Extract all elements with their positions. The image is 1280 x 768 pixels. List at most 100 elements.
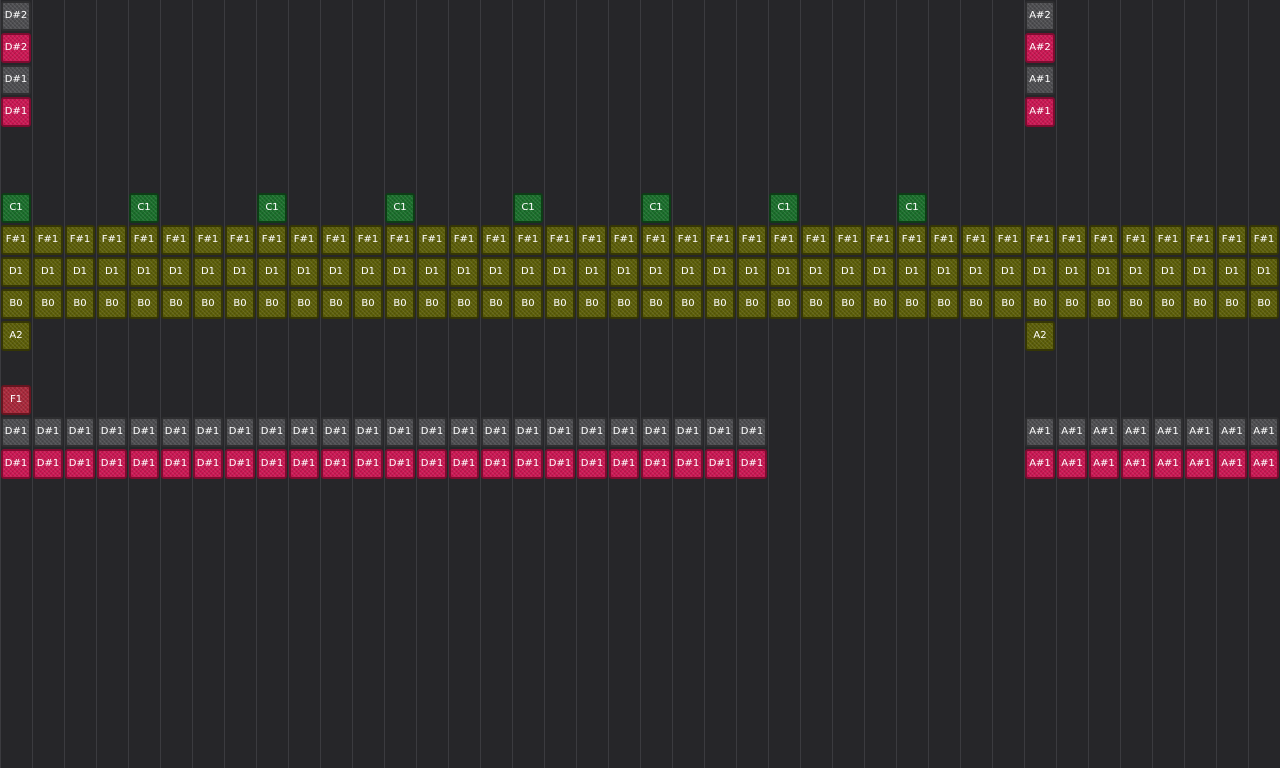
note-low-pink-col-7[interactable]: D#1: [225, 449, 255, 479]
note-fs1-olive-col-10[interactable]: F#1: [321, 225, 351, 255]
note-fs1-olive-col-29[interactable]: F#1: [929, 225, 959, 255]
note-c1-green-col-28[interactable]: C1: [897, 193, 927, 223]
note-fs1-olive-col-33[interactable]: F#1: [1057, 225, 1087, 255]
note-b0-olive-col-24[interactable]: B0: [769, 289, 799, 319]
note-low-gray-col-9[interactable]: D#1: [289, 417, 319, 447]
note-b0-olive-col-36[interactable]: B0: [1153, 289, 1183, 319]
note-b0-olive-col-26[interactable]: B0: [833, 289, 863, 319]
note-c1-green-col-24[interactable]: C1: [769, 193, 799, 223]
note-d1-olive-col-0[interactable]: D1: [1, 257, 31, 287]
note-d1-olive-col-7[interactable]: D1: [225, 257, 255, 287]
note-ds2-gray-col-32[interactable]: A#2: [1025, 1, 1055, 31]
note-low-pink-col-3[interactable]: D#1: [97, 449, 127, 479]
note-b0-olive-col-27[interactable]: B0: [865, 289, 895, 319]
note-low-pink-col-39[interactable]: A#1: [1249, 449, 1279, 479]
note-low-pink-col-35[interactable]: A#1: [1121, 449, 1151, 479]
note-c1-green-col-0[interactable]: C1: [1, 193, 31, 223]
note-low-pink-col-36[interactable]: A#1: [1153, 449, 1183, 479]
note-low-pink-col-23[interactable]: D#1: [737, 449, 767, 479]
note-d1-olive-col-14[interactable]: D1: [449, 257, 479, 287]
note-low-gray-col-32[interactable]: A#1: [1025, 417, 1055, 447]
note-fs1-olive-col-28[interactable]: F#1: [897, 225, 927, 255]
note-d1-olive-col-20[interactable]: D1: [641, 257, 671, 287]
note-low-pink-col-22[interactable]: D#1: [705, 449, 735, 479]
note-d1-olive-col-27[interactable]: D1: [865, 257, 895, 287]
note-fs1-olive-col-36[interactable]: F#1: [1153, 225, 1183, 255]
note-b0-olive-col-13[interactable]: B0: [417, 289, 447, 319]
note-d1-olive-col-24[interactable]: D1: [769, 257, 799, 287]
note-a2-olive-col-0[interactable]: A2: [1, 321, 31, 351]
note-fs1-olive-col-24[interactable]: F#1: [769, 225, 799, 255]
note-b0-olive-col-34[interactable]: B0: [1089, 289, 1119, 319]
note-b0-olive-col-7[interactable]: B0: [225, 289, 255, 319]
note-d1-olive-col-38[interactable]: D1: [1217, 257, 1247, 287]
note-low-pink-col-10[interactable]: D#1: [321, 449, 351, 479]
note-low-pink-col-13[interactable]: D#1: [417, 449, 447, 479]
note-d1-olive-col-12[interactable]: D1: [385, 257, 415, 287]
note-low-pink-col-20[interactable]: D#1: [641, 449, 671, 479]
note-b0-olive-col-10[interactable]: B0: [321, 289, 351, 319]
note-ds1-gray-col-0[interactable]: D#1: [1, 65, 31, 95]
note-c1-green-col-20[interactable]: C1: [641, 193, 671, 223]
note-b0-olive-col-1[interactable]: B0: [33, 289, 63, 319]
note-b0-olive-col-5[interactable]: B0: [161, 289, 191, 319]
note-fs1-olive-col-0[interactable]: F#1: [1, 225, 31, 255]
note-f1-red-col-0[interactable]: F1: [1, 385, 31, 415]
note-low-pink-col-2[interactable]: D#1: [65, 449, 95, 479]
note-low-gray-col-7[interactable]: D#1: [225, 417, 255, 447]
note-low-pink-col-6[interactable]: D#1: [193, 449, 223, 479]
note-b0-olive-col-25[interactable]: B0: [801, 289, 831, 319]
note-d1-olive-col-35[interactable]: D1: [1121, 257, 1151, 287]
note-d1-olive-col-6[interactable]: D1: [193, 257, 223, 287]
note-low-gray-col-20[interactable]: D#1: [641, 417, 671, 447]
note-fs1-olive-col-35[interactable]: F#1: [1121, 225, 1151, 255]
note-fs1-olive-col-31[interactable]: F#1: [993, 225, 1023, 255]
note-fs1-olive-col-1[interactable]: F#1: [33, 225, 63, 255]
note-d1-olive-col-25[interactable]: D1: [801, 257, 831, 287]
note-low-gray-col-36[interactable]: A#1: [1153, 417, 1183, 447]
note-low-pink-col-11[interactable]: D#1: [353, 449, 383, 479]
note-fs1-olive-col-39[interactable]: F#1: [1249, 225, 1279, 255]
note-fs1-olive-col-12[interactable]: F#1: [385, 225, 415, 255]
note-b0-olive-col-6[interactable]: B0: [193, 289, 223, 319]
note-b0-olive-col-4[interactable]: B0: [129, 289, 159, 319]
note-low-gray-col-14[interactable]: D#1: [449, 417, 479, 447]
note-fs1-olive-col-22[interactable]: F#1: [705, 225, 735, 255]
note-fs1-olive-col-8[interactable]: F#1: [257, 225, 287, 255]
note-fs1-olive-col-2[interactable]: F#1: [65, 225, 95, 255]
note-fs1-olive-col-16[interactable]: F#1: [513, 225, 543, 255]
note-fs1-olive-col-20[interactable]: F#1: [641, 225, 671, 255]
note-b0-olive-col-22[interactable]: B0: [705, 289, 735, 319]
note-b0-olive-col-35[interactable]: B0: [1121, 289, 1151, 319]
note-fs1-olive-col-9[interactable]: F#1: [289, 225, 319, 255]
note-fs1-olive-col-17[interactable]: F#1: [545, 225, 575, 255]
note-ds1-pink-col-32[interactable]: A#1: [1025, 97, 1055, 127]
note-low-pink-col-18[interactable]: D#1: [577, 449, 607, 479]
note-d1-olive-col-23[interactable]: D1: [737, 257, 767, 287]
note-low-gray-col-2[interactable]: D#1: [65, 417, 95, 447]
note-low-gray-col-18[interactable]: D#1: [577, 417, 607, 447]
note-low-gray-col-38[interactable]: A#1: [1217, 417, 1247, 447]
note-low-gray-col-23[interactable]: D#1: [737, 417, 767, 447]
note-low-gray-col-1[interactable]: D#1: [33, 417, 63, 447]
note-fs1-olive-col-6[interactable]: F#1: [193, 225, 223, 255]
note-low-gray-col-19[interactable]: D#1: [609, 417, 639, 447]
note-low-gray-col-16[interactable]: D#1: [513, 417, 543, 447]
note-low-pink-col-37[interactable]: A#1: [1185, 449, 1215, 479]
note-fs1-olive-col-26[interactable]: F#1: [833, 225, 863, 255]
note-low-pink-col-12[interactable]: D#1: [385, 449, 415, 479]
note-d1-olive-col-11[interactable]: D1: [353, 257, 383, 287]
note-low-pink-col-38[interactable]: A#1: [1217, 449, 1247, 479]
note-fs1-olive-col-27[interactable]: F#1: [865, 225, 895, 255]
note-d1-olive-col-15[interactable]: D1: [481, 257, 511, 287]
note-b0-olive-col-39[interactable]: B0: [1249, 289, 1279, 319]
note-low-gray-col-4[interactable]: D#1: [129, 417, 159, 447]
note-low-pink-col-15[interactable]: D#1: [481, 449, 511, 479]
note-b0-olive-col-28[interactable]: B0: [897, 289, 927, 319]
note-low-gray-col-6[interactable]: D#1: [193, 417, 223, 447]
note-fs1-olive-col-15[interactable]: F#1: [481, 225, 511, 255]
note-d1-olive-col-17[interactable]: D1: [545, 257, 575, 287]
note-d1-olive-col-19[interactable]: D1: [609, 257, 639, 287]
note-a2-olive-col-32[interactable]: A2: [1025, 321, 1055, 351]
note-b0-olive-col-17[interactable]: B0: [545, 289, 575, 319]
